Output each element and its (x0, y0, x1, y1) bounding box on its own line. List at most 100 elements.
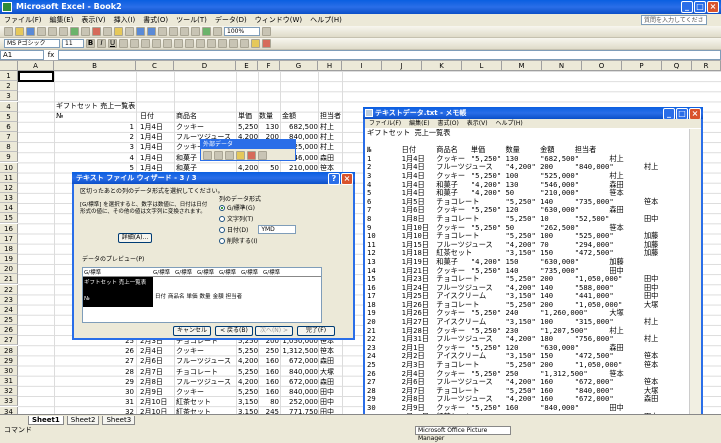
preview-col-type[interactable]: G/標準 (241, 268, 263, 276)
row-header[interactable]: 10 (0, 162, 18, 173)
increase-indent-icon[interactable] (229, 39, 238, 48)
align-right-icon[interactable] (141, 39, 150, 48)
row-header[interactable]: 6 (0, 121, 18, 132)
comma-icon[interactable] (185, 39, 194, 48)
row-header[interactable]: 2 (0, 81, 18, 92)
row-header[interactable]: 31 (0, 376, 18, 387)
new-icon[interactable] (4, 27, 13, 36)
close-button[interactable]: × (707, 1, 719, 13)
cancel-refresh-icon[interactable] (247, 151, 256, 160)
np-menu-view[interactable]: 表示(V) (467, 120, 488, 127)
date-format-select[interactable]: YMD (258, 225, 297, 234)
tab-sheet2[interactable]: Sheet2 (66, 415, 100, 425)
col-header[interactable]: E (236, 61, 258, 71)
wizard-help-button[interactable]: ? (328, 173, 340, 185)
preview-col-type[interactable]: G/標準 (175, 268, 197, 276)
back-button[interactable]: < 戻る(B) (215, 326, 253, 336)
increase-decimal-icon[interactable] (196, 39, 205, 48)
col-header[interactable]: J (382, 61, 422, 71)
row-header[interactable]: 3 (0, 91, 18, 102)
help-search-input[interactable]: 質問を入力してください (641, 15, 707, 33)
edit-query-icon[interactable] (203, 151, 212, 160)
row-header[interactable]: 29 (0, 355, 18, 366)
row-header[interactable]: 27 (0, 335, 18, 346)
menu-format[interactable]: 書式(O) (143, 15, 168, 25)
undo-icon[interactable] (136, 27, 145, 36)
row-header[interactable]: 19 (0, 254, 18, 265)
sort-asc-icon[interactable] (180, 27, 189, 36)
name-box[interactable]: A1 (0, 50, 44, 60)
preview-col-type[interactable]: G/標準 (197, 268, 219, 276)
spelling-icon[interactable] (70, 27, 79, 36)
radio-text[interactable]: 文字列(T) (219, 214, 296, 223)
tab-sheet1[interactable]: Sheet1 (28, 415, 64, 425)
row-header[interactable]: 11 (0, 172, 18, 183)
cancel-button[interactable]: キャンセル (173, 326, 211, 336)
row-header[interactable]: 8 (0, 142, 18, 153)
autosum-icon[interactable] (169, 27, 178, 36)
col-header[interactable]: B (54, 61, 136, 71)
row-header[interactable]: 30 (0, 365, 18, 376)
function-icon[interactable]: fx (44, 50, 58, 60)
menu-help[interactable]: ヘルプ(H) (310, 15, 342, 25)
menu-view[interactable]: 表示(V) (81, 15, 105, 25)
refresh-all-icon[interactable] (258, 151, 267, 160)
borders-icon[interactable] (240, 39, 249, 48)
finish-button[interactable]: 完了(F) (297, 326, 335, 336)
col-header[interactable]: C (136, 61, 174, 71)
row-header[interactable]: 25 (0, 315, 18, 326)
data-range-properties-icon[interactable] (214, 151, 223, 160)
minimize-button[interactable]: _ (681, 1, 693, 13)
query-parameters-icon[interactable] (225, 151, 234, 160)
bold-icon[interactable]: B (86, 39, 95, 48)
formula-input[interactable] (58, 50, 721, 60)
wizard-close-button[interactable]: × (341, 173, 353, 185)
sort-desc-icon[interactable] (191, 27, 200, 36)
notepad-text-area[interactable]: ギフトセット 売上一覧表 № 日付 商品名 単価 数量 金額 担当者 1 1月4… (367, 129, 689, 423)
col-header[interactable]: G (280, 61, 318, 71)
row-header[interactable]: 17 (0, 233, 18, 244)
active-cell[interactable] (18, 71, 54, 82)
row-header[interactable]: 14 (0, 203, 18, 214)
row-header[interactable]: 18 (0, 243, 18, 254)
percent-icon[interactable] (174, 39, 183, 48)
fill-color-icon[interactable] (251, 39, 260, 48)
hyperlink-icon[interactable] (158, 27, 167, 36)
maximize-button[interactable]: □ (694, 1, 706, 13)
row-header[interactable]: 5 (0, 111, 18, 122)
font-size-select[interactable]: 11 (62, 39, 84, 48)
help-icon[interactable] (262, 27, 271, 36)
row-header[interactable]: 13 (0, 193, 18, 204)
save-icon[interactable] (26, 27, 35, 36)
row-header[interactable]: 16 (0, 223, 18, 234)
underline-icon[interactable]: U (108, 39, 117, 48)
np-menu-help[interactable]: ヘルプ(H) (496, 120, 523, 127)
row-header[interactable]: 21 (0, 274, 18, 285)
menu-file[interactable]: ファイル(F) (4, 15, 42, 25)
menu-insert[interactable]: 挿入(I) (114, 15, 136, 25)
np-menu-format[interactable]: 書式(O) (437, 120, 458, 127)
row-header[interactable]: 23 (0, 294, 18, 305)
align-center-icon[interactable] (130, 39, 139, 48)
row-header[interactable]: 32 (0, 386, 18, 397)
copy-icon[interactable] (103, 27, 112, 36)
print-preview-icon[interactable] (59, 27, 68, 36)
np-menu-edit[interactable]: 編集(E) (409, 120, 429, 127)
research-icon[interactable] (81, 27, 90, 36)
font-name-select[interactable]: MS Pゴシック (4, 39, 60, 48)
preview-col-type[interactable]: G/標準 (83, 268, 153, 276)
menu-tools[interactable]: ツール(T) (176, 15, 207, 25)
row-header[interactable]: 9 (0, 152, 18, 163)
col-header[interactable]: H (318, 61, 342, 71)
menu-window[interactable]: ウィンドウ(W) (255, 15, 302, 25)
next-button[interactable]: 次へ(N) > (255, 326, 293, 336)
row-header[interactable]: 26 (0, 325, 18, 336)
row-header[interactable]: 22 (0, 284, 18, 295)
cut-icon[interactable] (92, 27, 101, 36)
decrease-indent-icon[interactable] (218, 39, 227, 48)
redo-icon[interactable] (147, 27, 156, 36)
row-header[interactable]: 28 (0, 345, 18, 356)
zoom-select[interactable]: 100% (224, 27, 260, 36)
row-header[interactable]: 33 (0, 396, 18, 407)
col-header[interactable]: D (174, 61, 236, 71)
